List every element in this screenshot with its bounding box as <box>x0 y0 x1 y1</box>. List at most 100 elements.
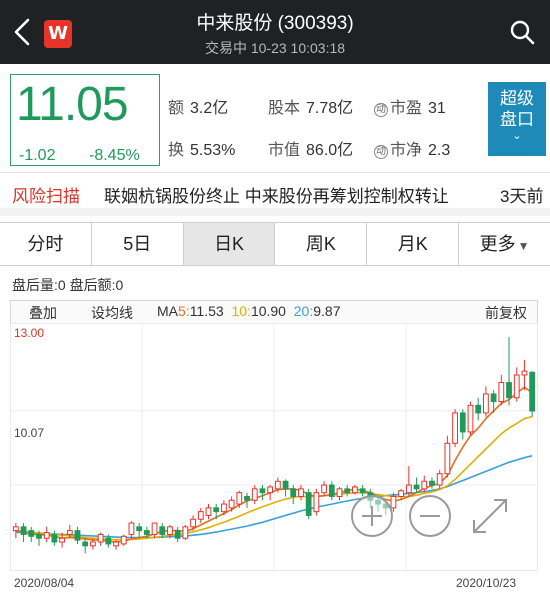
candle-body <box>274 480 281 490</box>
ma20-label: 20: <box>293 303 314 319</box>
candle <box>182 524 189 541</box>
candle-body <box>336 488 343 497</box>
quote-panel: 11.05 -1.02 -8.45% 额 3.2亿 股本 7.78亿 动市盈 31 换… <box>0 64 550 172</box>
x-axis-start-label: 2020/08/04 <box>14 576 75 590</box>
candle-body <box>174 530 181 539</box>
candle-body <box>213 507 220 513</box>
ma5-value: 11.53 <box>189 303 224 319</box>
candle-body <box>467 404 474 433</box>
candle-body <box>66 530 73 535</box>
candle-body <box>12 526 19 532</box>
candle-body <box>74 530 81 541</box>
x-axis-end-label: 2020/10/23 <box>456 576 517 590</box>
candle-body <box>498 382 505 403</box>
candle-body <box>82 541 89 547</box>
ticker-headline[interactable]: 联姻杭锅股份终止 中来股份再筹划控制权转让 <box>104 182 466 207</box>
ma5-label: 5: <box>178 303 190 319</box>
candle-body <box>236 492 243 505</box>
price-change-percent: -8.45% <box>89 147 140 164</box>
candle-body <box>151 522 158 535</box>
tab-daily-k[interactable]: 日K <box>183 223 276 265</box>
candle-body <box>298 488 304 497</box>
tab-weekly-k[interactable]: 周K <box>275 223 368 265</box>
dynamic-mark-icon: 动 <box>374 103 388 117</box>
candle-body <box>97 533 104 543</box>
candle <box>529 371 536 417</box>
candle-body <box>221 503 227 513</box>
chart-toolbar: 叠加 设均线 MA5:11.53 10:10.90 20:9.87 前复权 <box>10 300 538 324</box>
candle-body <box>244 495 250 501</box>
candle-body <box>344 488 351 494</box>
candle-body <box>506 382 512 399</box>
candle-body <box>282 480 289 490</box>
price-adjust-button[interactable]: 前复权 <box>485 303 527 323</box>
candle <box>452 409 458 448</box>
candle-body <box>290 488 297 497</box>
candle-body <box>59 537 65 543</box>
top-bar: W 中来股份 (300393) 交易中 10-23 10:03:18 <box>0 0 550 64</box>
tab-intraday[interactable]: 分时 <box>0 223 92 265</box>
price-box: 11.05 -1.02 -8.45% <box>10 74 160 166</box>
dynamic-mark-icon: 动 <box>374 145 388 159</box>
candle-body <box>205 507 212 516</box>
overlay-button[interactable]: 叠加 <box>29 303 57 323</box>
candle-body <box>259 488 266 494</box>
candle-body <box>28 530 35 537</box>
candle-body <box>452 412 458 444</box>
stat-pe: 动市盈 31 <box>374 100 446 117</box>
candlestick-chart[interactable] <box>10 323 538 571</box>
super-button-line1: 超级 <box>500 89 534 108</box>
candle-body <box>352 486 358 494</box>
candle-body <box>490 393 497 403</box>
stat-pb: 动市净 2.3 <box>374 142 451 159</box>
stat-capital: 股本 7.78亿 <box>268 100 354 117</box>
search-icon[interactable] <box>508 18 536 46</box>
candle-body <box>321 484 327 494</box>
candle-body <box>143 530 150 535</box>
candle-body <box>120 535 127 545</box>
super-order-book-button[interactable]: 超级 盘口 ⌄ <box>488 82 546 156</box>
tab-more[interactable]: 更多 ▼ <box>459 223 550 265</box>
tab-more-label: 更多 <box>479 234 516 254</box>
candle-body <box>483 393 489 414</box>
ma20-value: 9.87 <box>313 303 341 319</box>
candle-body <box>444 442 451 475</box>
zoom-out-icon[interactable] <box>408 494 452 538</box>
candle-body <box>405 484 412 494</box>
candle-body <box>529 371 536 412</box>
chevron-down-icon: ⌄ <box>512 130 522 142</box>
zoom-in-icon[interactable] <box>350 494 394 538</box>
candle-body <box>413 484 420 490</box>
candle-body <box>90 541 96 547</box>
candle-body <box>190 518 196 528</box>
ma10-label: 10: <box>231 303 251 319</box>
candle-body <box>328 484 335 497</box>
candle-body <box>159 526 166 535</box>
tab-monthly-k[interactable]: 月K <box>367 223 460 265</box>
risk-ticker[interactable]: 风险扫描 联姻杭锅股份终止 中来股份再筹划控制权转让 3天前 <box>0 172 550 216</box>
candle-body <box>436 473 443 486</box>
candle-body <box>113 541 119 547</box>
candle <box>467 401 474 436</box>
stat-turnover: 换 5.53% <box>168 142 236 159</box>
set-ma-button[interactable]: 设均线 <box>91 303 133 323</box>
ma10-value: 10.90 <box>250 303 286 319</box>
fullscreen-icon[interactable] <box>466 492 514 540</box>
candle-body <box>513 374 520 399</box>
candle-body <box>20 526 27 535</box>
candle-body <box>359 488 366 494</box>
tab-5-day[interactable]: 5日 <box>92 223 184 265</box>
chart-period-tabs: 分时 5日 日K 周K 月K 更多 ▼ <box>0 222 550 266</box>
candle-body <box>128 522 135 535</box>
price-change: -1.02 <box>19 147 56 164</box>
candle <box>305 488 312 520</box>
ticker-time: 3天前 <box>500 187 544 206</box>
ma-readout: MA5:11.53 10:10.90 20:9.87 <box>157 303 340 319</box>
stat-market-cap: 市值 86.0亿 <box>268 142 354 159</box>
candle-body <box>421 480 428 490</box>
candle <box>313 488 320 516</box>
current-price: 11.05 <box>16 78 129 131</box>
stat-volume: 额 3.2亿 <box>168 100 229 117</box>
candle <box>120 534 127 546</box>
caret-down-icon: ▼ <box>517 239 530 253</box>
